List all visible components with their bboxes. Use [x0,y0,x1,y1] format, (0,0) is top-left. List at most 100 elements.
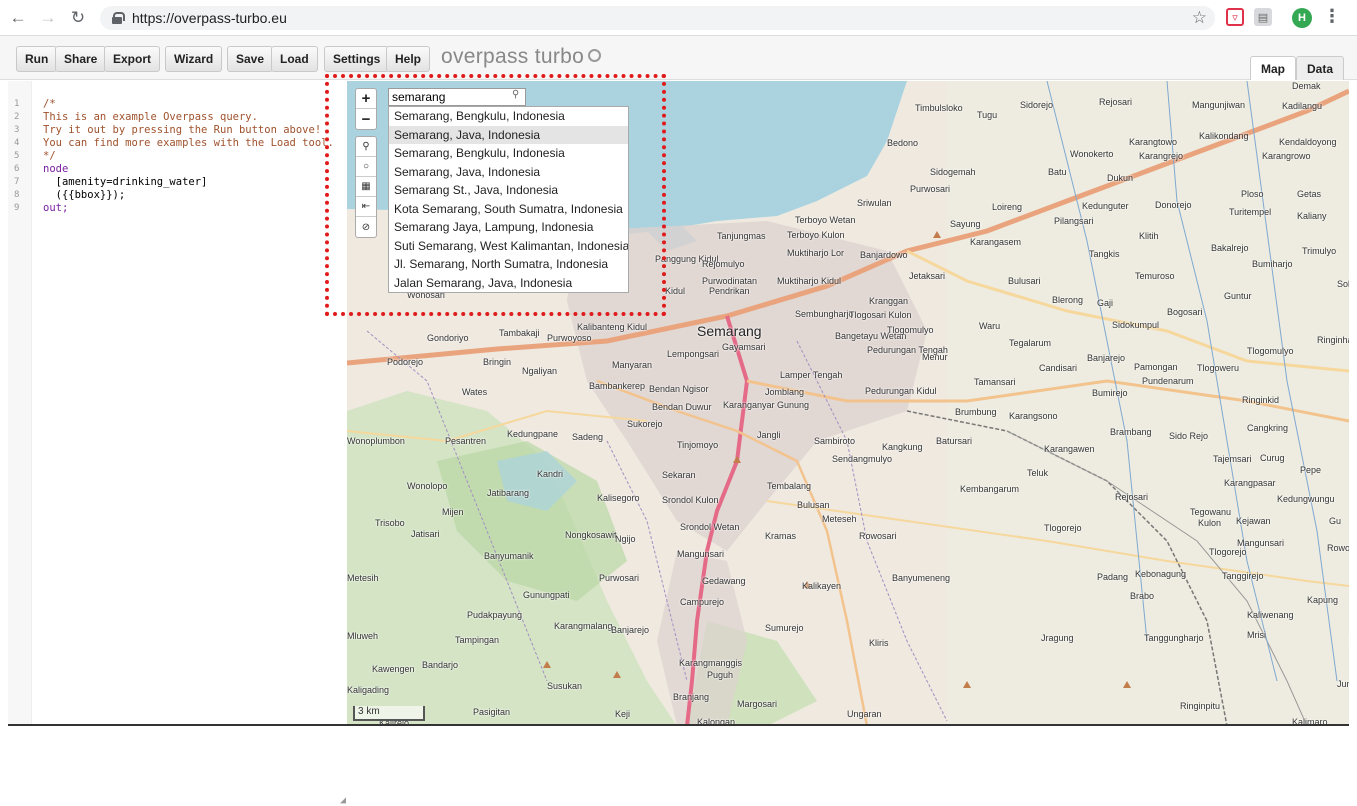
query-editor[interactable]: 1 /* 2 This is an example Overpass query. 3 T… [8,81,347,806]
address-bar[interactable]: https://overpass-turbo.eu ☆ [100,6,1215,30]
map-place-label: Sidogemah [930,167,976,177]
back-arrow-icon[interactable]: ← [6,6,30,30]
map-place-label: Rejomulyo [702,259,745,269]
map-place-label: Sekaran [662,470,696,480]
search-icon[interactable]: ⚲ [512,89,519,100]
pan-to-icon[interactable]: ⇤ [356,197,376,217]
map-place-label: Kendaldoyong [1279,137,1337,147]
map-place-label: Banjarejo [1087,353,1126,363]
help-button[interactable]: Help [386,46,431,72]
map-place-label: Padang [1097,572,1129,582]
bookmark-star-icon[interactable]: ☆ [1192,8,1207,28]
map-place-label: Pundenarum [1142,376,1194,386]
fit-data-icon[interactable]: ▦ [356,177,376,197]
map-place-label: Kalikayen [802,581,842,591]
map-place-label: Srondol Kulon [662,495,719,505]
map-place-label: Karangsono [1009,411,1058,421]
map-place-label: Sidorejo [1020,100,1054,110]
code-text: This is an example Overpass query. [43,111,258,123]
map-place-label: Wonolopo [407,481,448,491]
map-place-label: Temuroso [1135,271,1175,281]
map-place-label: Trisobo [375,518,405,528]
suggestion-item[interactable]: Semarang Jaya, Lampung, Indonesia [389,218,628,237]
code-text: /* [43,98,56,110]
url-text[interactable]: https://overpass-turbo.eu [132,10,287,26]
suggestion-item[interactable]: Jl. Semarang, North Sumatra, Indonesia [389,255,628,274]
map-view[interactable]: Semarang Timbulsloko Tugu Sidorejo Rejosari M… [347,81,1349,726]
map-place-label: Rowosari [859,531,897,541]
map-place-label: Kebonagung [1135,569,1187,579]
map-place-label: Tambakaji [499,328,540,338]
map-place-label: Tugu [977,110,998,120]
map-place-label: Getas [1297,189,1322,199]
map-place-label: Wates [462,387,488,397]
extension-icon[interactable]: ▤ [1254,8,1272,26]
map-place-label: Ringinhar [1317,335,1349,345]
wizard-button[interactable]: Wizard [165,46,223,72]
line-number: 3 [14,125,20,135]
map-place-label: Kapung [1307,595,1339,605]
map-place-label: Jomblang [765,387,805,397]
suggestion-item[interactable]: Suti Semarang, West Kalimantan, Indonesi… [389,237,628,256]
export-button[interactable]: Export [104,46,161,72]
save-button[interactable]: Save [227,46,274,72]
map-place-label: Bringin [483,357,512,367]
map-place-label: Tlogorejo [1044,523,1082,533]
zoom-in-button[interactable]: + [356,89,376,109]
map-place-label: Manyaran [612,360,653,370]
magnify-icon[interactable]: ⚲ [356,137,376,157]
map-place-label: Bumirejo [1092,388,1128,398]
map-place-label: Pedurungan Kidul [865,386,937,396]
map-place-label: Demak [1292,81,1321,91]
map-place-label: Tanggungharjo [1144,633,1204,643]
map-place-label: Jatibarang [487,488,530,498]
reload-icon[interactable]: ↻ [66,6,90,30]
settings-button[interactable]: Settings [324,46,390,72]
map-place-label: Turitempel [1229,207,1272,217]
browser-menu-icon[interactable]: ⋮ [1323,6,1341,27]
brand-title: overpass turbo [441,45,602,69]
suggestion-item[interactable]: Semarang, Java, Indonesia [389,163,628,182]
map-place-label: Donorejo [1155,200,1192,210]
suggestion-item[interactable]: Semarang, Bengkulu, Indonesia [389,144,628,163]
map-place-label: Timbulsloko [915,103,963,113]
map-place-label: Margosari [737,699,778,709]
locate-icon[interactable]: ○ [356,157,376,177]
map-place-label: Bandarjo [422,660,459,670]
map-search-input[interactable] [388,88,526,106]
map-place-label: Bambankerep [589,381,646,391]
suggestion-item[interactable]: Jalan Semarang, Java, Indonesia [389,274,628,293]
no-entry-icon[interactable]: ⊘ [356,217,376,237]
map-place-label: Gondoriyo [427,333,469,343]
forward-arrow-icon[interactable]: → [36,6,60,30]
suggestion-item[interactable]: Semarang, Java, Indonesia [389,125,628,144]
suggestion-item[interactable]: Semarang St., Java, Indonesia [389,181,628,200]
map-place-label: Klitih [1139,231,1159,241]
map-place-label: Candisari [1039,363,1078,373]
pocket-extension-icon[interactable]: ▿ [1226,8,1244,26]
resize-handle-icon[interactable]: ◢ [340,795,346,806]
map-place-label: Tlogomulyo [1247,346,1294,356]
map-place-label: Semarang [697,323,762,339]
map-place-label: Purwodinatan [702,276,758,286]
brand-logo-icon [588,48,602,62]
map-place-label: Rejosari [1115,492,1149,502]
app-toolbar: Run Share Export Wizard Save Load Settin… [0,36,1357,80]
zoom-out-button[interactable]: − [356,109,376,129]
profile-avatar[interactable]: H [1292,8,1312,28]
brand-text: overpass turbo [441,45,585,68]
suggestion-item[interactable]: Kota Semarang, South Sumatra, Indonesia [389,200,628,219]
map-place-label: Bumiharjo [1252,259,1293,269]
load-button[interactable]: Load [271,46,318,72]
map-place-label: Mijen [442,507,464,517]
map-place-label: Kaliany [1297,211,1327,221]
share-button[interactable]: Share [55,46,107,72]
tab-map[interactable]: Map [1250,56,1296,80]
run-button[interactable]: Run [16,46,58,72]
suggestion-item[interactable]: Semarang, Bengkulu, Indonesia [389,107,628,126]
map-place-label: Ungaran [847,709,882,719]
map-place-label: Kidul [665,286,686,296]
map-place-label: Kramas [765,531,797,541]
tab-data[interactable]: Data [1296,56,1345,80]
map-place-label: Tlogoweru [1197,363,1240,373]
